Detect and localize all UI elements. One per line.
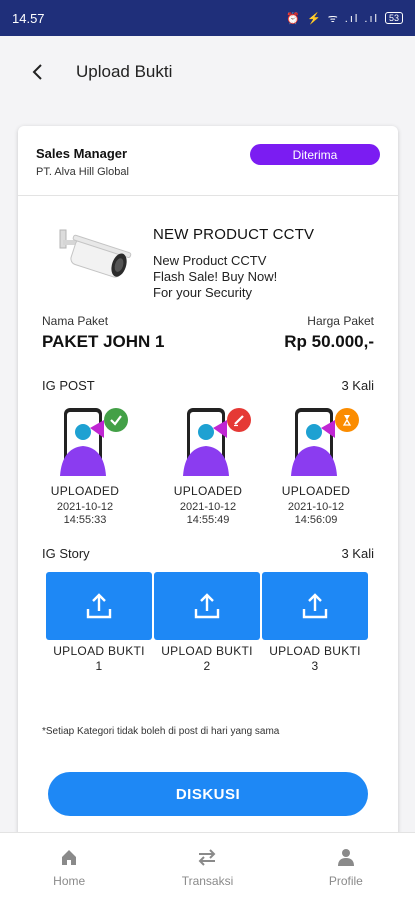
upload-label: UPLOAD BUKTI 2 — [154, 644, 260, 674]
check-icon — [104, 408, 128, 432]
package-price: Rp 50.000,- — [284, 332, 374, 351]
post-date: 2021-10-12 — [179, 501, 237, 513]
proof-card: Sales Manager PT. Alva Hill Global Diter… — [18, 126, 398, 840]
hourglass-icon — [335, 408, 359, 432]
upload-icon — [86, 593, 112, 619]
company-name: PT. Alva Hill Global — [36, 166, 129, 178]
page-title: Upload Bukti — [76, 62, 173, 81]
nav-profile-label: Profile — [328, 873, 363, 888]
upload-icon — [302, 593, 328, 619]
nav-transaksi-label: Transaksi — [181, 873, 234, 888]
back-button[interactable] — [18, 52, 58, 92]
post-status: UPLOADED — [50, 484, 120, 498]
product-desc-line: For your Security — [153, 285, 252, 300]
upload-label-number: 2 — [203, 659, 211, 673]
post-timestamp: 2021-10-12 14:55:33 — [30, 501, 140, 527]
upload-label-line: UPLOAD BUKTI — [269, 644, 361, 658]
person-icon — [335, 846, 357, 868]
post-date: 2021-10-12 — [287, 501, 345, 513]
product-title: NEW PRODUCT CCTV — [153, 226, 315, 243]
phone-promo-illustration — [281, 406, 359, 476]
upload-label-line: UPLOAD BUKTI — [161, 644, 253, 658]
upload-label: UPLOAD BUKTI 3 — [262, 644, 368, 674]
status-time: 14.57 — [12, 10, 45, 26]
ig-post-item[interactable]: UPLOADED 2021-10-12 14:55:33 — [30, 406, 140, 527]
post-time: 14:55:33 — [63, 514, 107, 526]
ig-post-title: IG POST — [42, 378, 95, 393]
cctv-camera-image — [59, 229, 132, 278]
package-name-label: Nama Paket — [42, 314, 109, 328]
transfer-icon — [196, 846, 218, 868]
post-status: UPLOADED — [173, 484, 243, 498]
nav-transaksi[interactable]: Transaksi — [138, 833, 276, 900]
post-timestamp: 2021-10-12 14:56:09 — [261, 501, 371, 527]
ig-post-item[interactable]: UPLOADED 2021-10-12 14:56:09 — [261, 406, 371, 527]
post-status: UPLOADED — [281, 484, 351, 498]
package-price-label: Harga Paket — [307, 314, 374, 328]
upload-item: UPLOAD BUKTI 1 — [46, 572, 152, 674]
phone-promo-illustration — [173, 406, 251, 476]
posting-rule-note: *Setiap Kategori tidak boleh di post di … — [42, 726, 280, 737]
status-indicators: ⏰ ⚡ ᯤ .ıl .ıl — [286, 12, 379, 25]
nav-home[interactable]: Home — [0, 833, 138, 900]
product-desc-line: Flash Sale! Buy Now! — [153, 269, 278, 284]
upload-proof-button[interactable] — [46, 572, 152, 640]
package-name: PAKET JOHN 1 — [42, 332, 165, 351]
home-icon — [58, 846, 80, 868]
upload-item: UPLOAD BUKTI 2 — [154, 572, 260, 674]
app-bar: Upload Bukti — [0, 36, 415, 108]
company-header: Sales Manager PT. Alva Hill Global Diter… — [18, 126, 398, 196]
diskusi-button[interactable]: DISKUSI — [48, 772, 368, 816]
ig-story-count: 3 Kali — [341, 546, 374, 561]
package-info: Nama Paket PAKET JOHN 1 Harga Paket Rp 5… — [18, 306, 398, 376]
product-desc-line: New Product CCTV — [153, 253, 267, 268]
upload-item: UPLOAD BUKTI 3 — [262, 572, 368, 674]
post-time: 14:55:49 — [186, 514, 230, 526]
nav-profile[interactable]: Profile — [277, 833, 415, 900]
post-time: 14:56:09 — [294, 514, 338, 526]
upload-label-number: 3 — [311, 659, 319, 673]
status-icons: ⏰ ⚡ ᯤ .ıl .ıl 53 — [286, 11, 403, 26]
battery-icon: 53 — [384, 12, 403, 24]
post-timestamp: 2021-10-12 14:55:49 — [153, 501, 263, 527]
nav-home-label: Home — [53, 873, 86, 888]
pencil-icon — [227, 408, 251, 432]
ig-post-list: UPLOADED 2021-10-12 14:55:33 UPLOADED 20… — [18, 398, 398, 544]
upload-label-number: 1 — [95, 659, 103, 673]
upload-label-line: UPLOAD BUKTI — [53, 644, 145, 658]
upload-proof-button[interactable] — [154, 572, 260, 640]
post-date: 2021-10-12 — [56, 501, 114, 513]
upload-proof-button[interactable] — [262, 572, 368, 640]
arrow-left-icon — [32, 64, 42, 80]
ig-story-title: IG Story — [42, 546, 90, 561]
status-bar: 14.57 ⏰ ⚡ ᯤ .ıl .ıl 53 — [0, 0, 415, 36]
ig-story-header: IG Story 3 Kali — [18, 544, 398, 566]
product-description: New Product CCTV Flash Sale! Buy Now! Fo… — [153, 253, 277, 301]
upload-icon — [194, 593, 220, 619]
ig-post-header: IG POST 3 Kali — [18, 376, 398, 398]
phone-promo-illustration — [50, 406, 128, 476]
ig-story-upload-list: UPLOAD BUKTI 1 UPLOAD BUKTI 2 UPLOAD BUK… — [18, 566, 398, 686]
ig-post-item[interactable]: UPLOADED 2021-10-12 14:55:49 — [153, 406, 263, 527]
bottom-navigation: Home Transaksi Profile — [0, 832, 415, 900]
upload-label: UPLOAD BUKTI 1 — [46, 644, 152, 674]
status-badge: Diterima — [250, 144, 380, 165]
product-section: NEW PRODUCT CCTV New Product CCTV Flash … — [18, 196, 398, 306]
ig-post-count: 3 Kali — [341, 378, 374, 393]
